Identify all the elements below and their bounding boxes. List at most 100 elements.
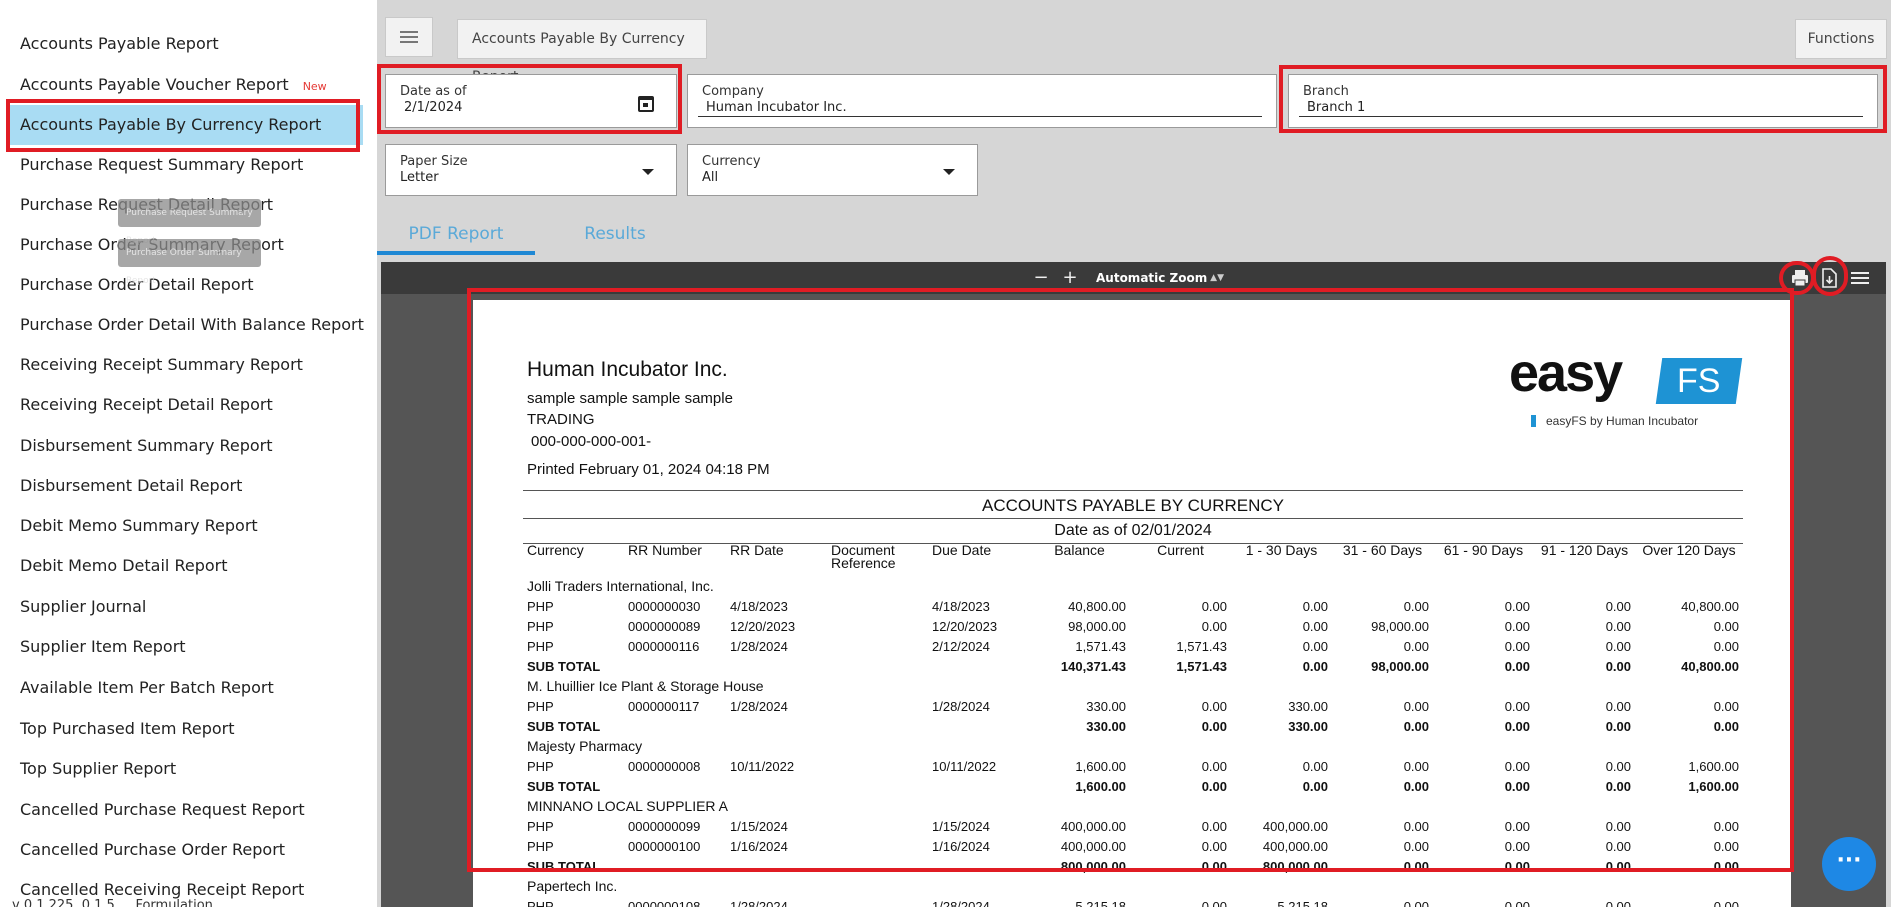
table-cell: 0000000030	[628, 598, 701, 614]
sidebar-item[interactable]: Cancelled Purchase Order Report	[8, 830, 363, 870]
sidebar-item[interactable]: Receiving Receipt Summary Report	[8, 345, 363, 385]
table-cell: 0.00	[1504, 658, 1530, 674]
column-header: RR Date	[730, 542, 784, 558]
table-cell: 1/28/2024	[730, 638, 788, 654]
table-cell: 1/28/2024	[730, 698, 788, 714]
table-cell: 400,000.00	[1060, 818, 1126, 834]
table-cell: 800,000.00	[1060, 858, 1126, 874]
table-cell: 0.00	[1605, 898, 1631, 907]
supplier-group-row: Jolli Traders International, Inc.	[523, 576, 1743, 596]
chevron-down-icon	[943, 169, 955, 175]
table-cell: 1,571.43	[1075, 638, 1126, 654]
chevron-updown-icon: ▲▼	[1210, 273, 1224, 283]
supplier-name: Majesty Pharmacy	[527, 738, 643, 754]
sidebar-item[interactable]: Receiving Receipt Detail Report	[8, 385, 363, 425]
table-cell: 0.00	[1201, 618, 1227, 634]
hamburger-menu-button[interactable]	[385, 17, 433, 57]
sidebar-item[interactable]: Purchase Request Summary Report	[8, 145, 363, 185]
table-cell: 0.00	[1302, 618, 1328, 634]
report-table: Currency RR Number RR Date Document Referen…	[523, 540, 1743, 907]
table-cell: SUB TOTAL	[527, 858, 601, 874]
paper-size-value: Letter	[400, 170, 439, 185]
print-icon[interactable]	[1789, 267, 1811, 289]
sidebar-item[interactable]: Accounts Payable Voucher Report New	[8, 65, 363, 105]
sidebar-item-label: Top Supplier Report	[20, 759, 177, 778]
table-cell: 0.00	[1403, 598, 1429, 614]
company-label: Company	[702, 84, 764, 99]
supplier-name: Jolli Traders International, Inc.	[527, 578, 714, 594]
download-icon[interactable]	[1818, 267, 1840, 289]
table-cell: SUB TOTAL	[527, 778, 601, 794]
table-cell: 1,600.00	[1075, 758, 1126, 774]
date-field[interactable]: Date as of 2/1/2024	[385, 74, 677, 128]
table-cell	[726, 776, 827, 796]
tab-pdf-report[interactable]: PDF Report	[377, 214, 535, 254]
sidebar-item[interactable]: Purchase Order Detail With Balance Repor…	[8, 305, 364, 345]
sidebar-item[interactable]: Available Item Per Batch Report	[8, 668, 363, 708]
chat-button[interactable]: ···	[1822, 837, 1876, 891]
calendar-icon[interactable]	[638, 96, 654, 112]
table-cell: 1/16/2024	[932, 838, 990, 854]
table-cell: 0.00	[1201, 838, 1227, 854]
tab-results[interactable]: Results	[555, 214, 675, 254]
sidebar-item[interactable]: Supplier Item Report	[8, 627, 363, 667]
table-cell: 0.00	[1302, 658, 1328, 674]
table-cell: 0.00	[1302, 638, 1328, 654]
table-cell	[827, 776, 928, 796]
sidebar-item[interactable]: Debit Memo Detail Report	[8, 546, 363, 586]
sidebar-item[interactable]: Top Supplier Report	[8, 749, 363, 789]
report-tin: 000-000-000-001-	[531, 433, 652, 450]
zoom-select[interactable]: Automatic Zoom ▲▼	[1088, 268, 1232, 288]
sidebar-item[interactable]: Top Purchased Item Report	[8, 709, 363, 749]
currency-select[interactable]: Currency All	[687, 144, 978, 196]
supplier-name: M. Lhuillier Ice Plant & Storage House	[527, 678, 764, 694]
sidebar-item[interactable]: Accounts Payable By Currency Report	[8, 105, 363, 145]
table-cell: 0.00	[1713, 838, 1739, 854]
table-cell: 1/15/2024	[932, 818, 990, 834]
company-field[interactable]: Company Human Incubator Inc.	[687, 74, 1277, 128]
sidebar-item[interactable]: Supplier Journal	[8, 587, 363, 627]
subtotal-row: SUB TOTAL 140,371.43 1,571.43 0.00 98,000.00…	[523, 656, 1743, 676]
table-cell: SUB TOTAL	[527, 658, 601, 674]
branch-field[interactable]: Branch Branch 1	[1288, 74, 1878, 128]
sidebar-item[interactable]: Accounts Payable Report	[8, 24, 363, 64]
sidebar-item[interactable]: Disbursement Detail Report	[8, 466, 363, 506]
zoom-out-button[interactable]: −	[1031, 268, 1051, 288]
table-cell: 330.00	[1288, 698, 1328, 714]
sidebar-item-label: Available Item Per Batch Report	[20, 678, 274, 697]
sidebar: Accounts Payable Report Accounts Payable …	[0, 0, 377, 907]
table-cell: PHP	[527, 758, 554, 774]
table-cell	[726, 656, 827, 676]
zoom-in-button[interactable]: +	[1060, 268, 1080, 288]
functions-button[interactable]: Functions	[1795, 19, 1887, 59]
sidebar-item[interactable]: Purchase Order Detail Report	[8, 265, 363, 305]
table-cell	[827, 596, 928, 616]
branch-label: Branch	[1303, 84, 1349, 99]
pdf-viewer: − + Automatic Zoom ▲▼ Human Incubator Inc…	[381, 262, 1886, 907]
table-cell	[624, 776, 726, 796]
chevron-down-icon	[642, 169, 654, 175]
company-value: Human Incubator Inc.	[706, 100, 847, 115]
column-header: 1 - 30 Days	[1245, 542, 1318, 558]
branch-underline	[1299, 116, 1863, 117]
new-badge: New	[302, 80, 327, 93]
table-cell: 0.00	[1403, 718, 1429, 734]
table-cell: 98,000.00	[1371, 618, 1429, 634]
sidebar-item-label: Cancelled Receiving Receipt Report	[20, 880, 305, 899]
table-cell: SUB TOTAL	[527, 718, 601, 734]
table-cell: 0000000108	[628, 898, 701, 907]
sidebar-item[interactable]: Disbursement Summary Report	[8, 426, 363, 466]
table-cell: 400,000.00	[1262, 818, 1328, 834]
sidebar-item-label: Accounts Payable Report	[20, 34, 219, 53]
table-cell: 0.00	[1605, 718, 1631, 734]
report-date-as-of: Date as of 02/01/2024	[1054, 522, 1212, 539]
sidebar-item-label: Receiving Receipt Detail Report	[20, 395, 273, 414]
table-cell: 0.00	[1605, 838, 1631, 854]
sidebar-item[interactable]: Debit Memo Summary Report	[8, 506, 363, 546]
sidebar-item-label: Supplier Journal	[20, 597, 147, 616]
menu-icon[interactable]	[1849, 267, 1871, 289]
sidebar-item[interactable]: Cancelled Purchase Request Report	[8, 790, 363, 830]
paper-size-select[interactable]: Paper Size Letter	[385, 144, 677, 196]
table-cell: 0000000099	[628, 818, 701, 834]
top-bar: Accounts Payable By Currency Report Func…	[377, 3, 1887, 85]
